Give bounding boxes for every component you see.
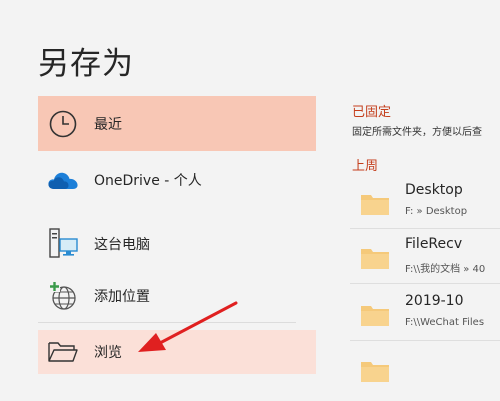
annotation-arrow	[138, 301, 238, 352]
